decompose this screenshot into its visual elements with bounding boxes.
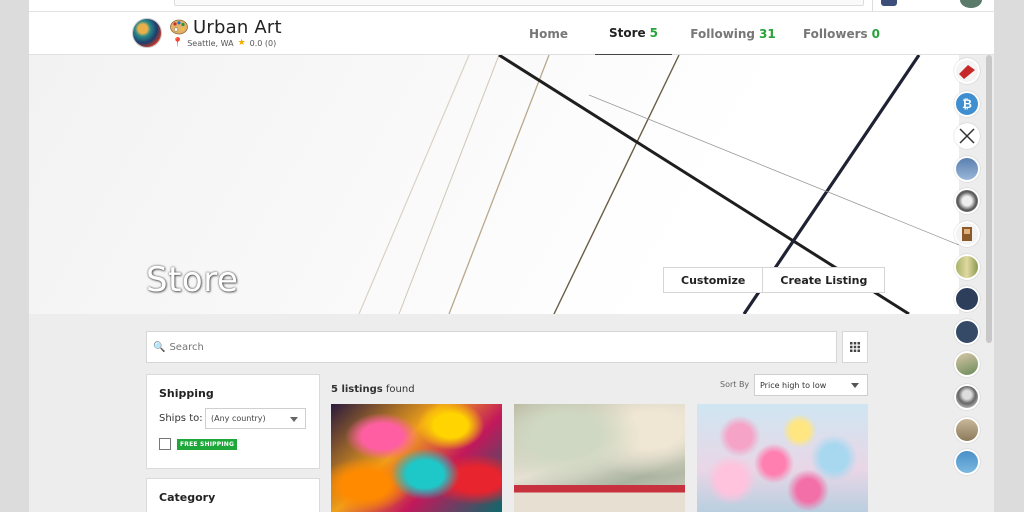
store-header: Urban Art 📍 Seattle, WA ★ 0.0 (0) Home S…	[29, 12, 994, 55]
search-input[interactable]	[169, 341, 810, 353]
global-search-field[interactable]	[174, 0, 864, 6]
scrollbar[interactable]	[986, 55, 992, 343]
free-shipping-checkbox[interactable]	[159, 438, 171, 450]
bitcoin-avatar[interactable]: ₿	[954, 90, 980, 117]
sort-by-label: Sort By	[720, 380, 750, 389]
grid-view-button[interactable]	[842, 331, 868, 363]
shipping-title: Shipping	[159, 387, 214, 400]
banner-title: Store	[146, 260, 239, 300]
ships-to-select[interactable]: (Any country)	[205, 408, 306, 429]
tab-home-label: Home	[529, 26, 568, 41]
tab-following-count: 31	[759, 26, 776, 41]
following-avatar[interactable]	[954, 286, 980, 313]
tab-following-label: Following	[690, 26, 756, 41]
tab-followers-count: 0	[871, 26, 881, 41]
user-avatar[interactable]	[960, 0, 982, 8]
sort-select[interactable]: Price high to low	[754, 374, 868, 396]
listing-card-1[interactable]	[331, 404, 502, 512]
store-location: Seattle, WA	[187, 38, 234, 48]
listings-found-label: found	[385, 384, 415, 395]
tab-followers-label: Followers	[802, 26, 868, 41]
chevron-down-icon	[290, 417, 298, 422]
free-shipping-badge: FREE SHIPPING	[177, 439, 238, 450]
grid-view-icon	[850, 342, 860, 352]
listing-card-2[interactable]	[514, 404, 685, 512]
chevron-down-icon	[851, 383, 859, 388]
tab-followers[interactable]: Followers 0	[794, 12, 889, 55]
following-avatar[interactable]	[954, 449, 980, 476]
category-filter-panel: Category	[146, 478, 320, 512]
star-icon: ★	[237, 38, 246, 48]
category-title: Category	[159, 491, 216, 504]
store-banner: Store Customize Create Listing	[29, 55, 959, 314]
listings-count-text: 5 listings found	[331, 384, 415, 395]
store-rating: 0.0 (0)	[249, 38, 277, 48]
listings-count: 5 listings	[331, 384, 383, 395]
pin-icon: 📍	[172, 38, 184, 48]
create-listing-button[interactable]: Create Listing	[763, 267, 886, 293]
store-name: Urban Art	[193, 16, 282, 38]
following-avatar[interactable]	[954, 253, 980, 280]
listing-card-3[interactable]	[697, 404, 868, 512]
profile-icon[interactable]	[881, 0, 897, 6]
following-avatar[interactable]	[954, 220, 980, 247]
following-avatar[interactable]	[954, 123, 980, 150]
listing-search-bar: 🔍	[146, 331, 837, 363]
banner-actions: Customize Create Listing	[663, 267, 886, 293]
app-window: Urban Art 📍 Seattle, WA ★ 0.0 (0) Home S…	[29, 0, 994, 512]
tab-following[interactable]: Following 31	[672, 12, 794, 55]
following-avatar[interactable]	[954, 351, 980, 378]
customize-button[interactable]: Customize	[663, 267, 764, 293]
following-avatar[interactable]	[954, 383, 980, 410]
tab-store-count: 5	[649, 26, 659, 40]
following-avatar[interactable]	[954, 416, 980, 443]
tab-store[interactable]: Store 5	[595, 12, 672, 55]
store-meta: 📍 Seattle, WA ★ 0.0 (0)	[172, 38, 276, 48]
following-avatar[interactable]	[954, 188, 980, 215]
following-avatar[interactable]	[954, 155, 980, 182]
tab-store-label: Store	[608, 26, 646, 40]
search-icon: 🔍	[153, 341, 166, 353]
store-title-row: Urban Art	[170, 16, 282, 38]
store-nav: Home Store 5 Following 31 Followers 0	[502, 12, 889, 55]
top-strip	[29, 0, 994, 12]
following-avatar[interactable]	[954, 58, 980, 84]
palette-icon	[170, 19, 188, 35]
store-avatar[interactable]	[132, 18, 162, 48]
sort-value: Price high to low	[760, 380, 827, 390]
ships-to-label: Ships to:	[159, 413, 203, 424]
tab-home[interactable]: Home	[502, 12, 595, 55]
top-separator	[872, 0, 873, 12]
following-avatar[interactable]	[954, 318, 980, 345]
following-avatars: ₿	[954, 58, 984, 482]
shipping-filter-panel: Shipping Ships to: (Any country) FREE SH…	[146, 374, 320, 469]
ships-to-value: (Any country)	[211, 414, 266, 423]
